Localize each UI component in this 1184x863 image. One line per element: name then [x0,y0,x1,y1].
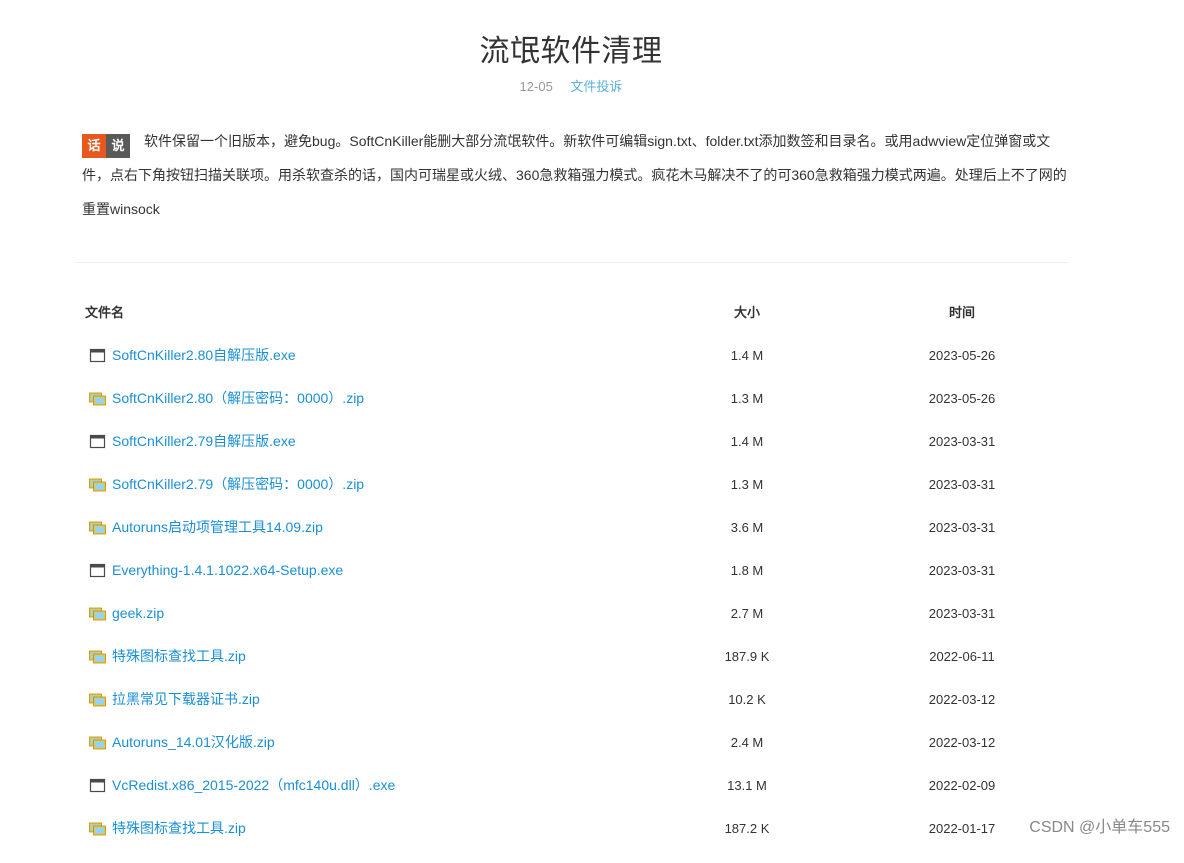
file-link[interactable]: Autoruns启动项管理工具14.09.zip [112,519,323,536]
file-link[interactable]: 特殊图标查找工具.zip [112,820,246,837]
file-time: 2023-03-31 [928,434,996,449]
table-row: 特殊图标查找工具.zip 187.2 K 2022-01-17 [0,820,1100,863]
table-row: geek.zip 2.7 M 2023-03-31 [0,605,1100,648]
divider [74,262,1068,263]
file-size: 1.4 M [730,434,764,449]
table-row: SoftCnKiller2.80（解压密码：0000）.zip 1.3 M 2023… [0,390,1100,433]
file-time: 2023-05-26 [928,391,996,406]
badge-left: 话 [82,134,106,159]
exe-window-icon [89,562,106,579]
zip-archive-icon [89,691,106,708]
exe-window-icon [89,777,106,794]
table-row: SoftCnKiller2.79（解压密码：0000）.zip 1.3 M 2023… [0,476,1100,519]
watermark: CSDN @小单车555 [1029,819,1170,836]
file-link[interactable]: 特殊图标查找工具.zip [112,648,246,665]
report-link[interactable]: 文件投诉 [570,79,622,94]
intro-badge: 话说 [82,128,130,159]
table-row: Everything-1.4.1.1022.x64-Setup.exe 1.8 M… [0,562,1100,605]
zip-archive-icon [89,605,106,622]
file-time: 2022-03-12 [928,692,996,707]
file-size: 13.1 M [727,778,767,793]
zip-archive-icon [89,820,106,837]
zip-archive-icon [89,734,106,751]
file-link[interactable]: Autoruns_14.01汉化版.zip [112,734,275,751]
file-size: 1.3 M [730,391,764,406]
file-time: 2023-05-26 [928,348,996,363]
table-row: 拉黑常见下载器证书.zip 10.2 K 2022-03-12 [0,691,1100,734]
zip-archive-icon [89,476,106,493]
file-size: 2.4 M [730,735,764,750]
intro-text: 软件保留一个旧版本，避免bug。SoftCnKiller能删大部分流氓软件。新软… [82,133,1067,217]
file-size: 1.4 M [730,348,764,363]
file-time: 2022-02-09 [928,778,996,793]
file-size: 187.2 K [724,821,770,836]
file-time: 2023-03-31 [928,477,996,492]
file-link[interactable]: SoftCnKiller2.80自解压版.exe [112,347,296,364]
file-link[interactable]: geek.zip [112,605,164,622]
file-size: 10.2 K [728,692,766,707]
file-time: 2023-03-31 [928,563,996,578]
column-header-time: 时间 [948,305,975,320]
file-size: 2.7 M [730,606,764,621]
zip-archive-icon [89,648,106,665]
file-link[interactable]: SoftCnKiller2.79（解压密码：0000）.zip [112,476,364,493]
table-row: Autoruns启动项管理工具14.09.zip 3.6 M 2023-03-31 [0,519,1100,562]
table-row: VcRedist.x86_2015-2022（mfc140u.dll）.exe 1… [0,777,1100,820]
exe-window-icon [89,347,106,364]
exe-window-icon [89,433,106,450]
badge-right: 说 [106,134,130,159]
table-row: SoftCnKiller2.80自解压版.exe 1.4 M 2023-05-26 [0,347,1100,390]
table-row: SoftCnKiller2.79自解压版.exe 1.4 M 2023-03-31 [0,433,1100,476]
zip-archive-icon [89,519,106,536]
post-meta: 12-05 文件投诉 [0,78,1142,96]
file-time: 2022-03-12 [928,735,996,750]
file-link[interactable]: SoftCnKiller2.79自解压版.exe [112,433,296,450]
file-size: 3.6 M [730,520,764,535]
intro-paragraph: 话说软件保留一个旧版本，避免bug。SoftCnKiller能删大部分流氓软件。… [82,124,1068,226]
zip-archive-icon [89,390,106,407]
file-size: 187.9 K [724,649,770,664]
file-size: 1.3 M [730,477,764,492]
column-header-name: 文件名 [85,305,125,320]
column-header-size: 大小 [733,305,760,320]
file-time: 2023-03-31 [928,520,996,535]
file-link[interactable]: 拉黑常见下载器证书.zip [112,691,260,708]
page-title: 流氓软件清理 [479,35,663,68]
file-link[interactable]: Everything-1.4.1.1022.x64-Setup.exe [112,562,343,579]
file-size: 1.8 M [730,563,764,578]
file-time: 2023-03-31 [928,606,996,621]
file-link[interactable]: SoftCnKiller2.80（解压密码：0000）.zip [112,390,364,407]
file-link[interactable]: VcRedist.x86_2015-2022（mfc140u.dll）.exe [112,777,395,794]
table-row: Autoruns_14.01汉化版.zip 2.4 M 2022-03-12 [0,734,1100,777]
file-time: 2022-06-11 [929,649,995,664]
table-row: 特殊图标查找工具.zip 187.9 K 2022-06-11 [0,648,1100,691]
post-date: 12-05 [519,79,553,94]
